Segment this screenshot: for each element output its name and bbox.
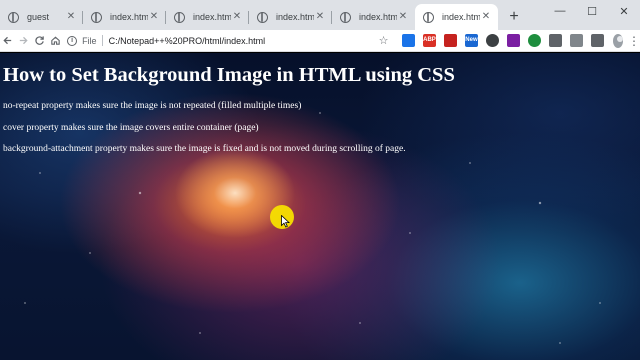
paragraph-no-repeat: no-repeat property makes sure the image …	[3, 101, 302, 111]
puzzle-icon[interactable]	[590, 34, 604, 47]
adblock-icon[interactable]: ABP	[422, 34, 436, 47]
minimize-button[interactable]: —	[544, 0, 576, 22]
browser-toolbar: i File C:/Notepad++%20PRO/html/index.htm…	[0, 30, 640, 52]
globe-icon	[257, 11, 268, 23]
info-icon[interactable]: i	[67, 35, 78, 46]
reload-button[interactable]	[32, 30, 48, 52]
translate-icon[interactable]	[548, 34, 562, 47]
close-icon[interactable]: ✕	[65, 11, 77, 23]
back-button[interactable]	[0, 30, 16, 52]
docs-icon[interactable]	[506, 34, 520, 47]
extension-icon[interactable]	[443, 34, 457, 47]
maximize-button[interactable]: ☐	[576, 0, 608, 22]
tab-title: index.html	[110, 12, 148, 22]
tab-title: guest	[27, 12, 50, 22]
close-icon[interactable]: ✕	[231, 11, 243, 23]
globe-icon	[423, 11, 434, 23]
address-bar[interactable]: i File C:/Notepad++%20PRO/html/index.htm…	[67, 32, 377, 49]
page-viewport: How to Set Background Image in HTML usin…	[0, 53, 640, 360]
menu-dots-icon[interactable]: ⋮	[628, 34, 640, 48]
page-title: How to Set Background Image in HTML usin…	[3, 64, 455, 86]
close-icon[interactable]: ✕	[314, 11, 326, 23]
screen-capture-icon[interactable]	[401, 34, 415, 47]
globe-icon	[91, 11, 102, 23]
address-divider	[101, 35, 103, 46]
home-icon	[50, 36, 60, 45]
globe-icon	[174, 11, 185, 23]
tab-index-1[interactable]: index.html ✕	[83, 4, 166, 30]
new-badge-icon[interactable]: New	[464, 34, 478, 47]
profile-avatar[interactable]	[612, 33, 623, 48]
url-text[interactable]: C:/Notepad++%20PRO/html/index.html	[109, 36, 266, 46]
arrow-right-icon	[19, 36, 28, 45]
ghost-icon[interactable]	[485, 34, 499, 47]
tab-guest[interactable]: guest ✕	[0, 4, 83, 30]
tab-strip: guest ✕ index.html ✕ index.html ✕ index.…	[0, 0, 640, 30]
close-icon[interactable]: ✕	[397, 11, 409, 23]
window-controls: — ☐ ✕	[544, 0, 640, 30]
home-button[interactable]	[47, 30, 63, 52]
url-scheme: File	[82, 35, 97, 46]
close-icon[interactable]: ✕	[148, 11, 160, 23]
tab-title: index.html	[193, 12, 231, 22]
globe-icon	[8, 11, 19, 23]
mouse-pointer-icon	[281, 215, 290, 228]
new-tab-button[interactable]: +	[502, 4, 526, 30]
close-icon[interactable]: ✕	[480, 11, 492, 23]
tab-index-3[interactable]: index.html ✕	[249, 4, 332, 30]
reload-icon	[35, 36, 44, 45]
recorder-icon[interactable]	[569, 34, 583, 47]
tab-index-4[interactable]: index.html ✕	[332, 4, 415, 30]
tab-index-active[interactable]: index.html ✕	[415, 4, 498, 30]
forward-button[interactable]	[16, 30, 32, 52]
tab-index-2[interactable]: index.html ✕	[166, 4, 249, 30]
color-picker-icon[interactable]	[527, 34, 541, 47]
globe-icon	[340, 11, 351, 23]
tab-title: index.html	[276, 12, 314, 22]
arrow-left-icon	[3, 36, 12, 45]
paragraph-attachment: background-attachment property makes sur…	[3, 144, 406, 154]
bookmark-star-icon[interactable]: ☆	[377, 34, 390, 47]
extensions-area: ABP New	[398, 34, 608, 47]
paragraph-cover: cover property makes sure the image cove…	[3, 123, 259, 133]
tab-title: index.html	[359, 12, 397, 22]
tab-title: index.html	[442, 12, 480, 22]
close-window-button[interactable]: ✕	[608, 0, 640, 22]
